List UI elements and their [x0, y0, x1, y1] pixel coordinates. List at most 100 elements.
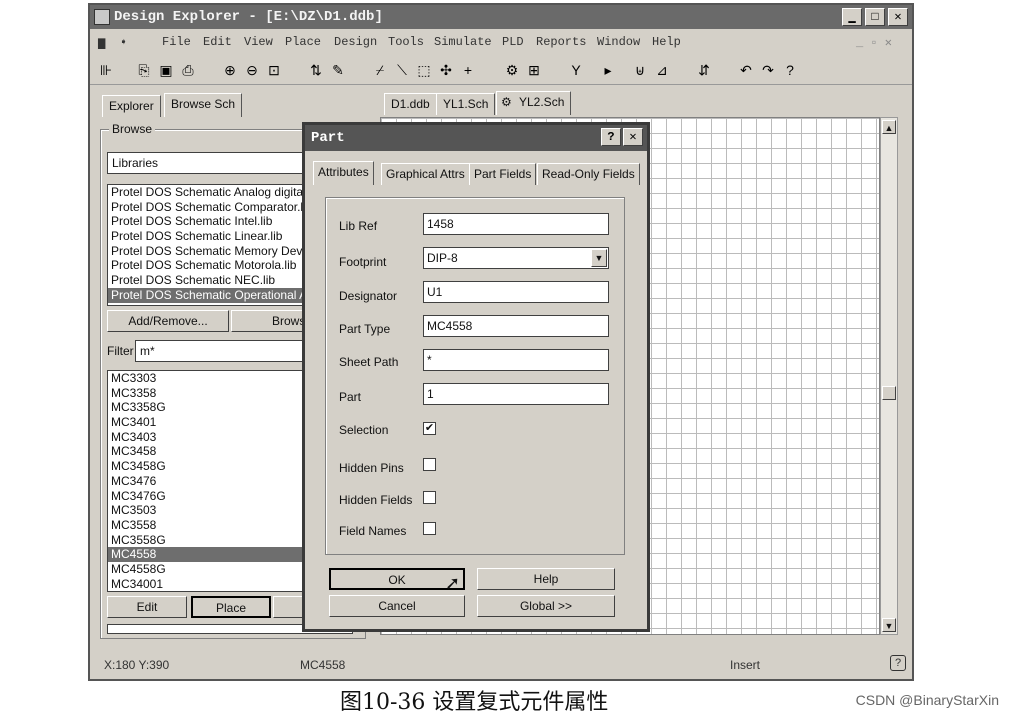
- selection-checkbox[interactable]: ✔: [423, 422, 436, 435]
- menu-window[interactable]: Window: [597, 35, 640, 49]
- part-dialog: Part ? ✕ Attributes Graphical Attrs Part…: [302, 122, 650, 632]
- wire-icon[interactable]: ⌿: [370, 61, 390, 79]
- add-remove-button[interactable]: Add/Remove...: [107, 310, 229, 332]
- pointer-icon[interactable]: ▸: [598, 61, 618, 79]
- cross-probe-icon[interactable]: ⇅: [306, 61, 326, 79]
- status-mode: Insert: [730, 658, 761, 672]
- figure-caption-area: 图10-36 设置复式元件属性 CSDN @BinaryStarXin: [0, 684, 1011, 715]
- browse-type-value: Libraries: [112, 156, 159, 170]
- part-label: Part: [339, 390, 362, 404]
- figure-caption: 图10-36 设置复式元件属性: [340, 690, 609, 715]
- scroll-thumb[interactable]: [882, 386, 896, 400]
- mouse-cursor-icon: ➚: [445, 573, 461, 593]
- bom-icon[interactable]: ⊎: [630, 61, 650, 79]
- zoom-in-icon[interactable]: ⊕: [220, 61, 240, 79]
- footprint-select[interactable]: DIP-8 ▼: [423, 247, 609, 269]
- redo-icon[interactable]: ↷: [758, 61, 778, 79]
- mdi-minimize-icon[interactable]: _ ▫ ✕: [856, 35, 892, 50]
- library-icon[interactable]: ⚙: [502, 61, 522, 79]
- sheet-path-field[interactable]: *: [423, 349, 609, 371]
- lib-ref-field[interactable]: 1458: [423, 213, 609, 235]
- doc-tab-yl1-sch[interactable]: YL1.Sch: [436, 93, 496, 115]
- hierarchy-icon[interactable]: ⇵: [694, 61, 714, 79]
- menu-doc-icon[interactable]: ▆: [98, 35, 105, 50]
- footprint-value: DIP-8: [427, 251, 458, 265]
- doc-tab-d1-ddb[interactable]: D1.ddb: [384, 93, 437, 115]
- menu-view[interactable]: View: [244, 35, 273, 49]
- cross-icon[interactable]: +: [458, 61, 478, 79]
- bus-icon[interactable]: ⟍: [392, 61, 412, 79]
- field-names-label: Field Names: [339, 524, 407, 538]
- global-button[interactable]: Global >>: [477, 595, 615, 617]
- browse-group-label: Browse: [109, 122, 156, 136]
- save-icon[interactable]: ▣: [156, 61, 176, 79]
- menu-help[interactable]: Help: [652, 35, 681, 49]
- hidden-fields-label: Hidden Fields: [339, 493, 413, 507]
- design-manager-icon[interactable]: ⊪: [96, 61, 116, 79]
- open-icon[interactable]: ⎘: [134, 61, 154, 79]
- hidden-pins-checkbox[interactable]: [423, 458, 436, 471]
- place-button[interactable]: Place: [191, 596, 271, 618]
- probe-icon[interactable]: Y: [566, 61, 586, 79]
- cancel-button[interactable]: Cancel: [329, 595, 465, 617]
- maximize-button[interactable]: □: [865, 8, 885, 26]
- title-bar[interactable]: Design Explorer - [E:\DZ\D1.ddb] ▁ □ ✕: [90, 5, 912, 29]
- doc-tab-yl2-sch[interactable]: ⚙ YL2.Sch: [496, 91, 572, 115]
- watermark: CSDN @BinaryStarXin: [855, 692, 999, 708]
- edit-button[interactable]: Edit: [107, 596, 187, 618]
- component-icon[interactable]: ⊞: [524, 61, 544, 79]
- designator-field[interactable]: U1: [423, 281, 609, 303]
- status-coords: X:180 Y:390: [104, 658, 170, 672]
- menu-reports[interactable]: Reports: [536, 35, 586, 49]
- field-names-checkbox[interactable]: [423, 522, 436, 535]
- scroll-down-icon[interactable]: ▼: [882, 618, 896, 632]
- menu-file[interactable]: File: [162, 35, 191, 49]
- menu-pld[interactable]: PLD: [502, 35, 524, 49]
- tab-explorer[interactable]: Explorer: [102, 95, 161, 117]
- select-icon[interactable]: ⬚: [414, 61, 434, 79]
- help-icon[interactable]: ?: [780, 61, 800, 79]
- part-number-field[interactable]: 1: [423, 383, 609, 405]
- sheet-path-label: Sheet Path: [339, 355, 399, 369]
- menu-edit[interactable]: Edit: [203, 35, 232, 49]
- annotate-icon[interactable]: ✎: [328, 61, 348, 79]
- zoom-fit-icon[interactable]: ⊡: [264, 61, 284, 79]
- menu-design[interactable]: Design: [334, 35, 377, 49]
- zoom-out-icon[interactable]: ⊖: [242, 61, 262, 79]
- tab-part-fields[interactable]: Part Fields: [469, 163, 537, 185]
- print-icon[interactable]: ⎙: [178, 61, 198, 79]
- hidden-fields-checkbox[interactable]: [423, 491, 436, 504]
- help-button[interactable]: Help: [477, 568, 615, 590]
- close-icon[interactable]: ✕: [623, 128, 643, 146]
- undo-icon[interactable]: ↶: [736, 61, 756, 79]
- erc-icon[interactable]: ⊿: [652, 61, 672, 79]
- chevron-down-icon[interactable]: ▼: [591, 249, 607, 267]
- scroll-up-icon[interactable]: ▲: [882, 120, 896, 134]
- designator-label: Designator: [339, 289, 398, 303]
- menu-arrow-icon[interactable]: ➧: [120, 35, 127, 50]
- tab-graphical-attrs[interactable]: Graphical Attrs: [381, 163, 470, 185]
- menu-place[interactable]: Place: [285, 35, 321, 49]
- selection-label: Selection: [339, 423, 389, 437]
- tab-attributes[interactable]: Attributes: [313, 161, 374, 185]
- close-button[interactable]: ✕: [888, 8, 908, 26]
- help-question-icon[interactable]: ?: [601, 128, 621, 146]
- menu-bar: ▆ ➧ File Edit View Place Design Tools Si…: [90, 31, 912, 53]
- menu-simulate[interactable]: Simulate: [434, 35, 492, 49]
- canvas-vscroll[interactable]: ▲ ▼: [880, 117, 898, 635]
- part-type-label: Part Type: [339, 322, 391, 336]
- footprint-label: Footprint: [339, 255, 387, 269]
- app-icon: [94, 9, 110, 25]
- help-icon[interactable]: ?: [890, 655, 906, 671]
- minimize-button[interactable]: ▁: [842, 8, 862, 26]
- tab-read-only-fields[interactable]: Read-Only Fields: [537, 163, 640, 185]
- hidden-pins-label: Hidden Pins: [339, 461, 404, 475]
- window-title: Design Explorer - [E:\DZ\D1.ddb]: [114, 9, 383, 25]
- status-part: MC4558: [300, 658, 346, 672]
- menu-tools[interactable]: Tools: [388, 35, 424, 49]
- dialog-title: Part: [311, 130, 345, 146]
- part-type-field[interactable]: MC4558: [423, 315, 609, 337]
- tab-browse-sch[interactable]: Browse Sch: [164, 93, 243, 117]
- move-icon[interactable]: ✣: [436, 61, 456, 79]
- dialog-title-bar[interactable]: Part ? ✕: [305, 125, 647, 151]
